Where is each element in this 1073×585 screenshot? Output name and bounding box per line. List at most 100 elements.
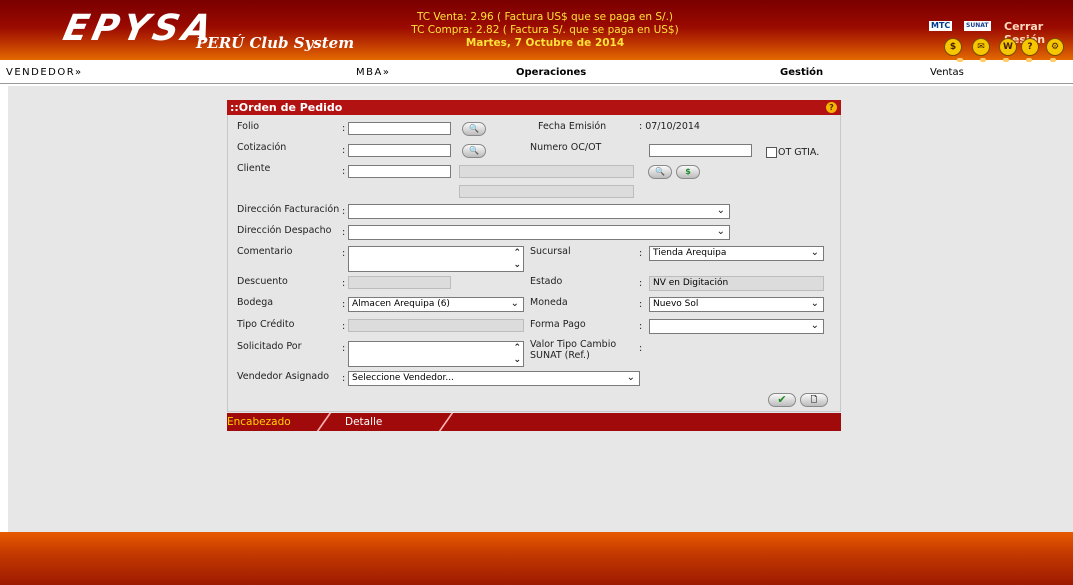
estado-label: Estado — [530, 276, 563, 287]
colon: : — [639, 278, 643, 289]
descuento-field — [348, 276, 451, 289]
search-cotizacion-button[interactable]: 🔍 — [462, 144, 486, 158]
chevron-down-icon: ⌄ — [810, 247, 819, 258]
colon: : — [342, 248, 346, 259]
tab-encabezado[interactable]: Encabezado — [227, 416, 291, 428]
cotizacion-label: Cotización — [237, 142, 287, 153]
direccion-despacho-label: Dirección Despacho — [237, 225, 332, 236]
numero-oc-input[interactable] — [649, 144, 752, 157]
vendedor-asignado-label: Vendedor Asignado — [237, 371, 330, 382]
forma-pago-label: Forma Pago — [530, 319, 586, 330]
app-header: EPYSA PERÚ Club System TC Venta: 2.96 ( … — [0, 0, 1073, 62]
cliente-input[interactable] — [348, 165, 451, 178]
nav-vendedor[interactable]: VENDEDOR» — [6, 67, 83, 78]
chevron-down-icon: ⌄ — [716, 226, 725, 237]
valor-tc-sublabel: SUNAT (Ref.) — [530, 350, 590, 361]
chevron-down-icon: ⌄ — [716, 205, 725, 216]
direccion-despacho-select[interactable]: ⌄ — [348, 225, 730, 240]
window-title-bar: ::Orden de Pedido ? — [227, 100, 841, 121]
comentario-textarea[interactable]: ⌃ ⌄ — [348, 246, 524, 272]
scroll-down-icon[interactable]: ⌄ — [513, 261, 521, 270]
vendedor-value: Seleccione Vendedor... — [352, 373, 454, 383]
direccion-facturacion-label: Dirección Facturación — [237, 204, 340, 215]
sucursal-label: Sucursal — [530, 246, 571, 257]
colon: : — [342, 321, 346, 332]
moneda-label: Moneda — [530, 297, 568, 308]
cotizacion-input[interactable] — [348, 144, 451, 157]
bodega-label: Bodega — [237, 297, 274, 308]
bodega-value: Almacen Arequipa (6) — [352, 299, 450, 309]
solicitado-por-textarea[interactable]: ⌃ ⌄ — [348, 341, 524, 367]
moneda-value: Nuevo Sol — [653, 299, 699, 309]
moneda-select[interactable]: Nuevo Sol ⌄ — [649, 297, 824, 312]
form-body: Folio : 🔍 Fecha Emisión : 07/10/2014 Cot… — [227, 115, 841, 412]
tab-detalle[interactable]: Detalle — [345, 416, 382, 428]
colon: : — [342, 227, 346, 238]
chevron-down-icon: ⌄ — [810, 298, 819, 309]
forma-pago-select[interactable]: ⌄ — [649, 319, 824, 334]
header-dot — [957, 58, 963, 62]
colon: : — [639, 321, 643, 332]
tipo-credito-field — [348, 319, 524, 332]
colon: : — [342, 299, 346, 310]
valor-tc-label: Valor Tipo Cambio — [530, 339, 617, 350]
club-system-logo: PERÚ Club System — [196, 34, 355, 52]
nav-ventas[interactable]: Ventas — [930, 67, 964, 78]
vendedor-asignado-select[interactable]: Seleccione Vendedor... ⌄ — [348, 371, 640, 386]
folio-input[interactable] — [348, 122, 451, 135]
sucursal-value: Tienda Arequipa — [653, 248, 727, 258]
comentario-label: Comentario — [237, 246, 293, 257]
nav-operaciones[interactable]: Operaciones — [516, 67, 586, 78]
orden-pedido-window: ::Orden de Pedido ? Folio : 🔍 Fecha Emis… — [227, 97, 841, 431]
help-icon[interactable]: ? — [826, 102, 837, 113]
estado-value: NV en Digitación — [653, 278, 729, 288]
window-title: ::Orden de Pedido — [230, 101, 343, 114]
fecha-emision-value: : 07/10/2014 — [639, 121, 700, 132]
bodega-select[interactable]: Almacen Arequipa (6) ⌄ — [348, 297, 524, 312]
search-cliente-button[interactable]: 🔍 — [648, 165, 672, 179]
header-dot — [1003, 58, 1009, 62]
numero-oc-label: Numero OC/OT — [530, 142, 602, 153]
descuento-label: Descuento — [237, 276, 288, 287]
chevron-down-icon: ⌄ — [626, 372, 635, 383]
colon: : — [639, 248, 643, 259]
settings-icon[interactable]: ⚙ — [1046, 38, 1064, 56]
scroll-up-icon[interactable]: ⌃ — [513, 344, 521, 353]
colon: : — [639, 343, 643, 354]
solicitado-por-label: Solicitado Por — [237, 341, 302, 352]
colon: : — [342, 206, 346, 217]
nav-mba[interactable]: MBA» — [356, 67, 390, 78]
fecha-emision-label: Fecha Emisión — [538, 121, 607, 132]
form-tabs: Encabezado Detalle — [227, 413, 841, 433]
folio-label: Folio — [237, 121, 260, 132]
nav-gestion[interactable]: Gestión — [780, 67, 823, 78]
new-document-button[interactable]: 🗋 — [800, 393, 828, 407]
sucursal-select[interactable]: Tienda Arequipa ⌄ — [649, 246, 824, 261]
direccion-facturacion-select[interactable]: ⌄ — [348, 204, 730, 219]
save-button[interactable]: ✔ — [768, 393, 796, 407]
tipo-credito-label: Tipo Crédito — [237, 319, 295, 330]
money-icon[interactable]: W — [999, 38, 1017, 56]
colon: : — [342, 343, 346, 354]
colon: : — [342, 123, 346, 134]
cliente-credit-button[interactable]: $ — [676, 165, 700, 179]
mail-icon[interactable]: ✉ — [972, 38, 990, 56]
coins-icon[interactable]: $ — [944, 38, 962, 56]
header-dot — [1050, 58, 1056, 62]
ot-gtia-checkbox[interactable] — [766, 147, 777, 158]
tc-compra: TC Compra: 2.82 ( Factura S/. que se pag… — [411, 24, 679, 36]
mtc-logo[interactable]: MTC — [929, 21, 953, 31]
sunat-logo[interactable]: SUNAT — [964, 21, 991, 31]
main-nav: VENDEDOR» MBA» Operaciones Gestión Venta… — [0, 63, 1073, 84]
help-icon[interactable]: ? — [1021, 38, 1039, 56]
tc-venta: TC Venta: 2.96 ( Factura US$ que se paga… — [416, 11, 674, 23]
colon: : — [342, 373, 346, 384]
cliente-name-field — [459, 165, 634, 178]
cliente-extra-field — [459, 185, 634, 198]
search-folio-button[interactable]: 🔍 — [462, 122, 486, 136]
scroll-down-icon[interactable]: ⌄ — [513, 356, 521, 365]
current-date: Martes, 7 Octubre de 2014 — [465, 37, 625, 49]
chevron-down-icon: ⌄ — [510, 298, 519, 309]
chevron-down-icon: ⌄ — [810, 320, 819, 331]
scroll-up-icon[interactable]: ⌃ — [513, 249, 521, 258]
